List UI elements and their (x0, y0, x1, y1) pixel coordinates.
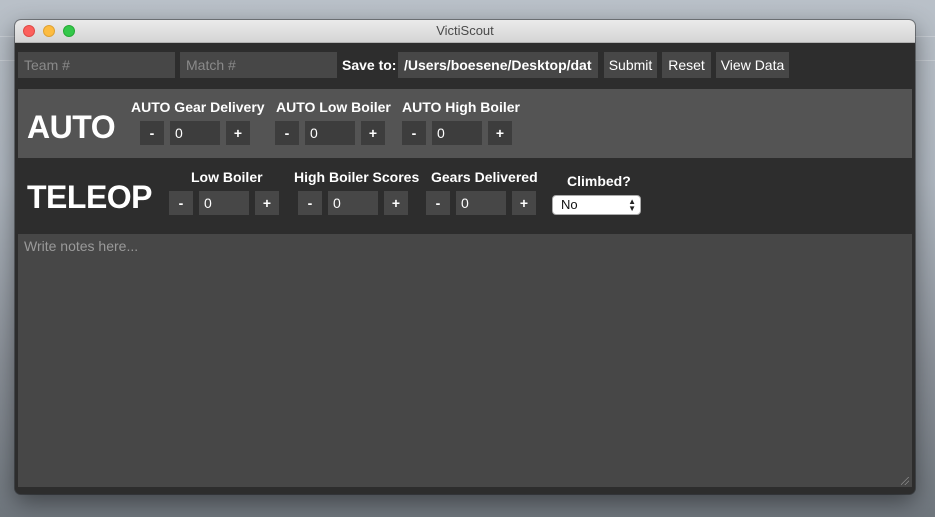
notes-textarea[interactable] (18, 234, 912, 487)
low-boiler-label: Low Boiler (191, 169, 263, 185)
auto-gear-delivery-label: AUTO Gear Delivery (131, 99, 265, 115)
match-number-input[interactable] (180, 52, 337, 78)
climbed-label: Climbed? (567, 173, 631, 189)
team-number-input[interactable] (18, 52, 175, 78)
auto-section: AUTO AUTO Gear Delivery - + AUTO Low Boi… (18, 89, 912, 158)
gears-delivered-value[interactable] (456, 191, 506, 215)
high-boiler-scores-value[interactable] (328, 191, 378, 215)
gears-delivered-increment-button[interactable]: + (512, 191, 536, 215)
app-content: Save to: Submit Reset View Data AUTO AUT… (15, 43, 915, 494)
gears-delivered-decrement-button[interactable]: - (426, 191, 450, 215)
save-path-input[interactable] (398, 52, 598, 78)
auto-low-boiler-decrement-button[interactable]: - (275, 121, 299, 145)
gears-delivered-label: Gears Delivered (431, 169, 538, 185)
low-boiler-increment-button[interactable]: + (255, 191, 279, 215)
high-boiler-scores-label: High Boiler Scores (294, 169, 420, 185)
teleop-section: TELEOP Low Boiler - + High Boiler Scores… (18, 158, 912, 233)
app-window: VictiScout Save to: Submit Reset View Da… (15, 20, 915, 494)
low-boiler-value[interactable] (199, 191, 249, 215)
auto-high-boiler-decrement-button[interactable]: - (402, 121, 426, 145)
reset-button[interactable]: Reset (662, 52, 711, 78)
high-boiler-scores-increment-button[interactable]: + (384, 191, 408, 215)
auto-low-boiler-value[interactable] (305, 121, 355, 145)
view-data-button[interactable]: View Data (716, 52, 789, 78)
title-bar: VictiScout (15, 20, 915, 43)
auto-high-boiler-value[interactable] (432, 121, 482, 145)
resize-grip-icon[interactable] (901, 477, 909, 485)
auto-gear-delivery-value[interactable] (170, 121, 220, 145)
auto-high-boiler-label: AUTO High Boiler (402, 99, 520, 115)
climbed-select[interactable]: No ▲ ▼ (552, 195, 641, 215)
save-to-label: Save to: (342, 57, 397, 73)
low-boiler-decrement-button[interactable]: - (169, 191, 193, 215)
window-title: VictiScout (436, 23, 494, 38)
climbed-selected-value: No (561, 197, 578, 212)
auto-gear-delivery-decrement-button[interactable]: - (140, 121, 164, 145)
teleop-title: TELEOP (27, 179, 153, 215)
auto-gear-delivery-increment-button[interactable]: + (226, 121, 250, 145)
auto-low-boiler-increment-button[interactable]: + (361, 121, 385, 145)
auto-low-boiler-label: AUTO Low Boiler (276, 99, 391, 115)
submit-button[interactable]: Submit (604, 52, 657, 78)
select-arrows-icon: ▲ ▼ (628, 197, 636, 213)
auto-high-boiler-increment-button[interactable]: + (488, 121, 512, 145)
top-bar: Save to: Submit Reset View Data (15, 43, 915, 88)
high-boiler-scores-decrement-button[interactable]: - (298, 191, 322, 215)
auto-title: AUTO (27, 109, 116, 145)
